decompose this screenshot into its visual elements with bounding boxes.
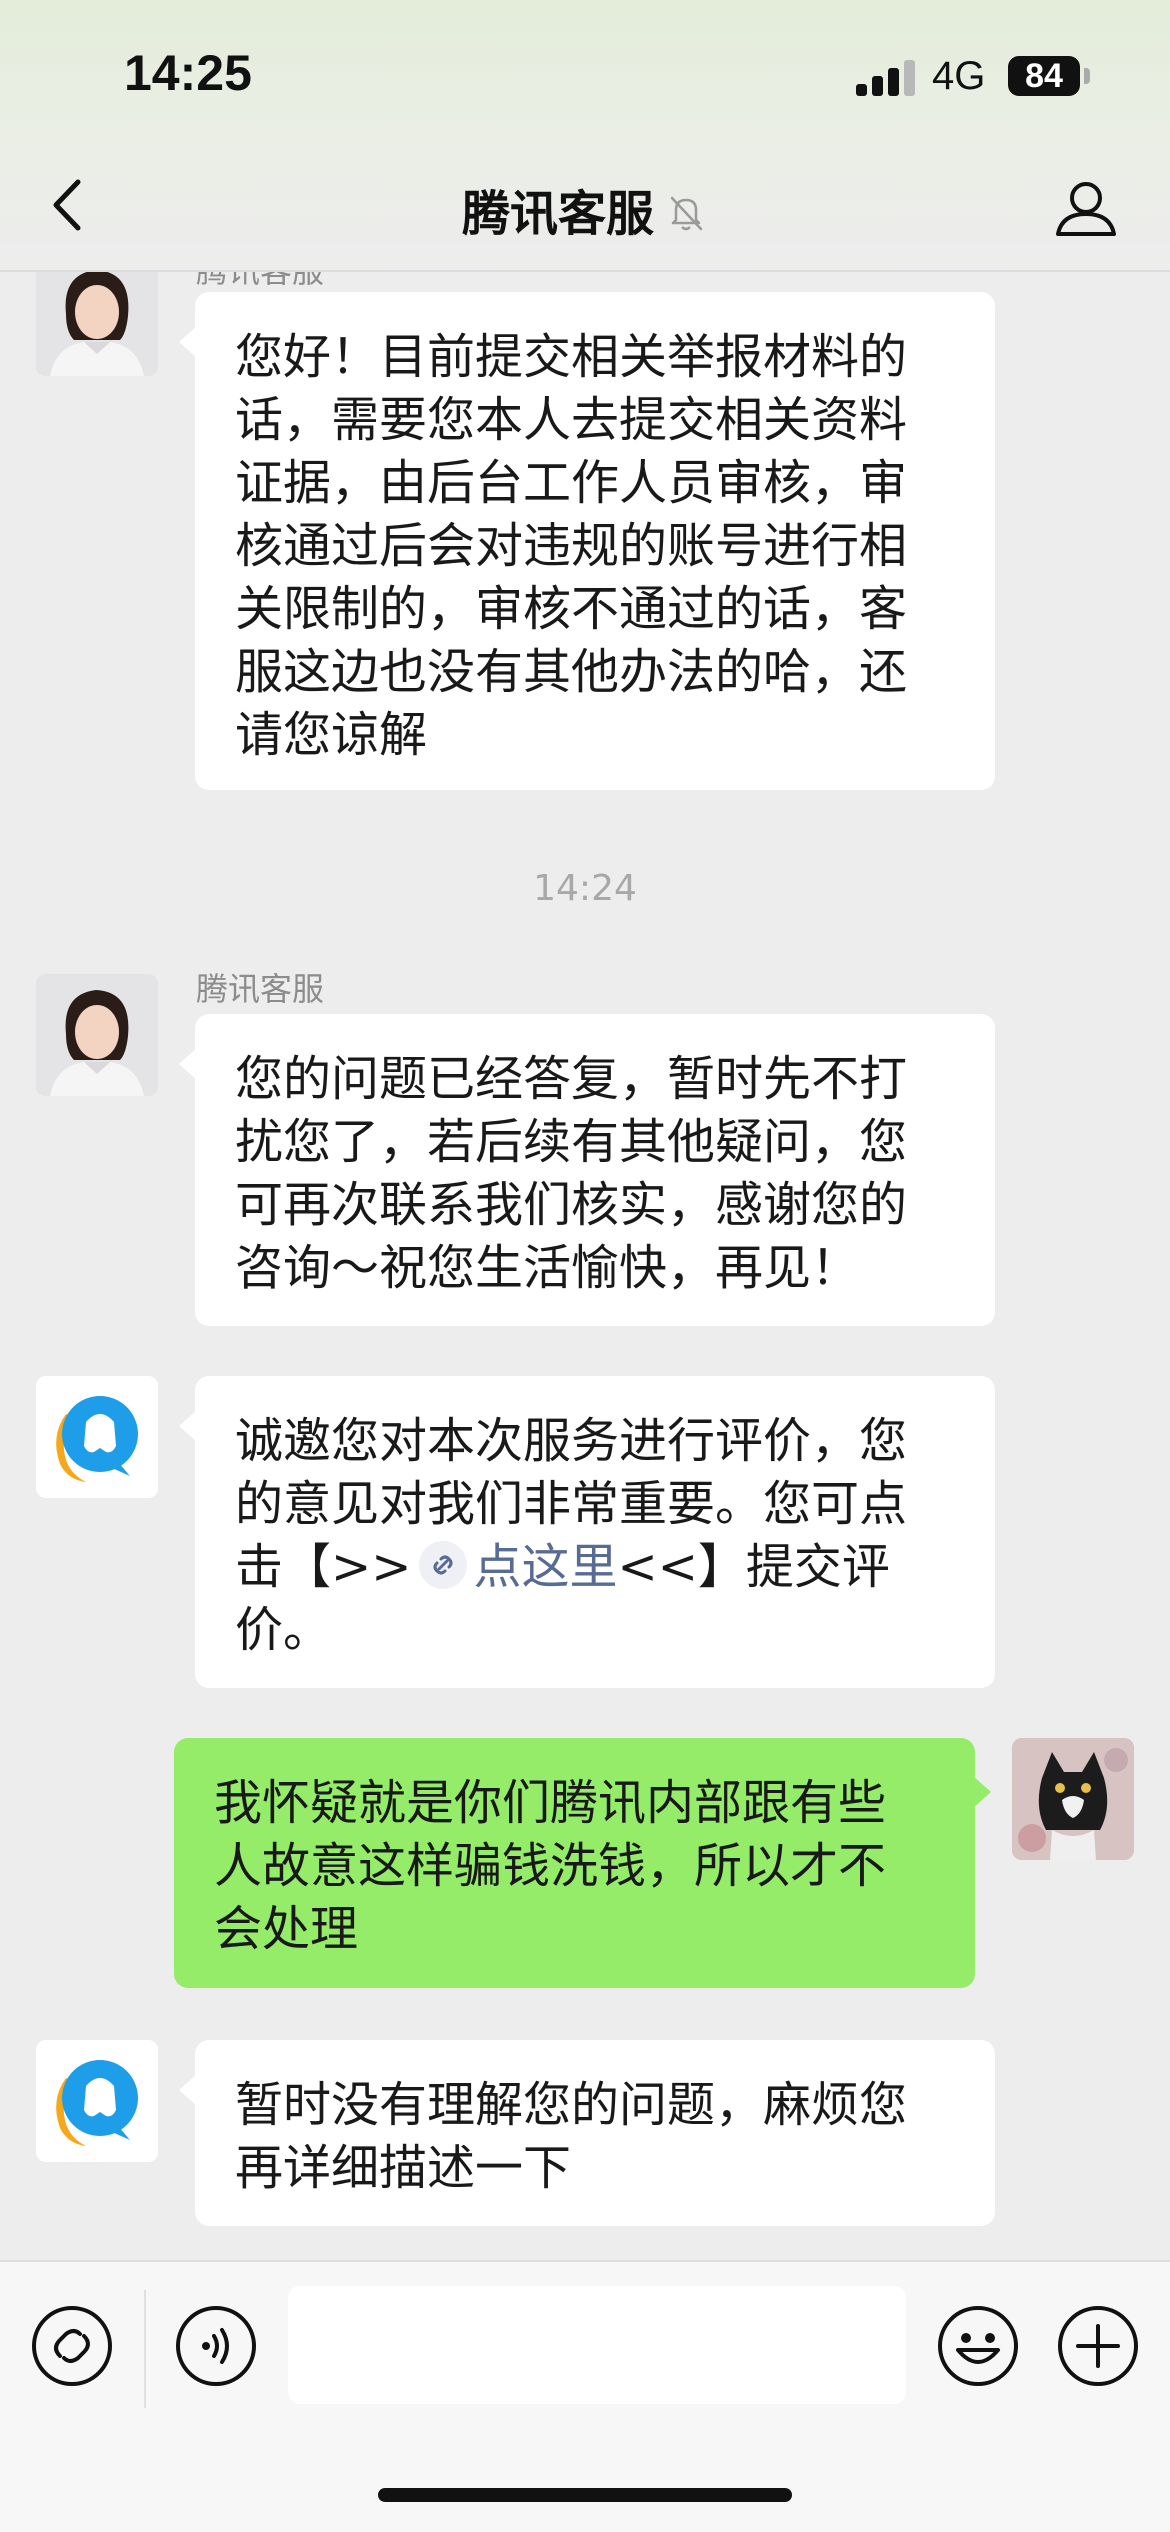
my-message-bubble[interactable]: 我怀疑就是你们腾讯内部跟有些 人故意这样骗钱洗钱，所以才不 会处理 — [174, 1738, 991, 1988]
message-text: 击【>> — [235, 1539, 412, 1595]
message-line: 可再次联系我们核实，感谢您的 — [235, 1177, 908, 1233]
battery-level: 84 — [1025, 56, 1063, 95]
message-line: 核通过后会对违规的账号进行相 — [235, 518, 908, 574]
message-line: 服这边也没有其他办法的哈，还 — [235, 644, 908, 700]
agent-photo-icon — [36, 254, 158, 376]
mini-program-icon — [32, 2306, 112, 2386]
cat-photo-icon — [1012, 1738, 1134, 1860]
qq-service-avatar[interactable] — [36, 2040, 158, 2162]
agent-photo-icon — [36, 974, 158, 1096]
qq-penguin-icon — [36, 1376, 158, 1498]
plus-icon — [1058, 2306, 1138, 2386]
emoji-icon — [938, 2306, 1018, 2386]
signal-strength-icon — [856, 58, 918, 96]
message-line: 话，需要您本人去提交相关资料 — [235, 392, 908, 448]
message-input[interactable] — [288, 2286, 906, 2404]
home-indicator — [378, 2488, 792, 2502]
battery-icon: 84 — [1008, 56, 1080, 96]
agent-avatar[interactable] — [36, 254, 158, 376]
message-line: 扰您了，若后续有其他疑问，您 — [235, 1114, 908, 1170]
sender-name: 腾讯客服 — [196, 970, 325, 1008]
message-line: 暂时没有理解您的问题，麻烦您 — [235, 2077, 908, 2133]
chat-area[interactable]: 腾讯客服 您好！目前提交相关举报材料的 话，需要您本人去提交相关资料 证据，由后… — [0, 0, 1170, 2260]
message-bubble[interactable]: 暂时没有理解您的问题，麻烦您 再详细描述一下 — [179, 2040, 995, 2226]
input-divider — [144, 2290, 146, 2408]
message-line: 再详细描述一下 — [235, 2140, 572, 2196]
profile-icon — [1056, 182, 1116, 236]
message-line: 关限制的，审核不通过的话，客 — [235, 581, 908, 637]
message-line: 会处理 — [214, 1901, 359, 1957]
message-line: 咨询～祝您生活愉快，再见！ — [235, 1240, 860, 1296]
voice-icon — [176, 2306, 256, 2386]
agent-avatar[interactable] — [36, 974, 158, 1096]
message-text: <<】提交评 — [617, 1539, 890, 1595]
qq-service-avatar[interactable] — [36, 1376, 158, 1498]
my-avatar[interactable] — [1012, 1738, 1134, 1860]
message-line: 证据，由后台工作人员审核，审 — [235, 455, 908, 511]
battery-cap — [1084, 68, 1090, 84]
network-type: 4G — [932, 54, 986, 98]
message-bubble[interactable]: 您好！目前提交相关举报材料的 话，需要您本人去提交相关资料 证据，由后台工作人员… — [179, 292, 995, 790]
rating-link[interactable]: 点这里 — [473, 1539, 617, 1595]
message-line: 人故意这样骗钱洗钱，所以才不 — [214, 1838, 887, 1894]
message-line: 击【>> 点这里<<】提交评 — [235, 1536, 955, 1599]
message-line: 诚邀您对本次服务进行评价，您 — [235, 1413, 908, 1469]
message-line: 的意见对我们非常重要。您可点 — [235, 1476, 908, 1532]
chat-title: 腾讯客服 — [0, 174, 1170, 244]
voice-button[interactable] — [174, 2304, 258, 2388]
message-bubble[interactable]: 您的问题已经答复，暂时先不打 扰您了，若后续有其他疑问，您 可再次联系我们核实，… — [179, 1014, 995, 1326]
message-line: 请您谅解 — [235, 707, 428, 763]
qq-penguin-icon — [36, 2040, 158, 2162]
message-bubble[interactable]: 诚邀您对本次服务进行评价，您 的意见对我们非常重要。您可点 击【>> 点这里<<】… — [179, 1376, 995, 1688]
message-line: 您好！目前提交相关举报材料的 — [235, 329, 908, 385]
message-timestamp: 14:24 — [533, 868, 637, 909]
emoji-button[interactable] — [936, 2304, 1020, 2388]
link-chain-icon — [419, 1541, 468, 1589]
message-line: 您的问题已经答复，暂时先不打 — [235, 1051, 908, 1107]
status-time: 14:25 — [124, 45, 252, 101]
mini-program-button[interactable] — [30, 2304, 114, 2388]
more-actions-button[interactable] — [1056, 2304, 1140, 2388]
message-line: 价。 — [235, 1602, 332, 1658]
top-bar: 14:25 4G 84 腾讯客服 — [0, 0, 1170, 272]
message-line: 我怀疑就是你们腾讯内部跟有些 — [214, 1775, 887, 1831]
chat-info-button[interactable] — [1050, 172, 1122, 244]
mute-bell-icon — [670, 196, 703, 231]
chat-title-text: 腾讯客服 — [461, 186, 654, 242]
